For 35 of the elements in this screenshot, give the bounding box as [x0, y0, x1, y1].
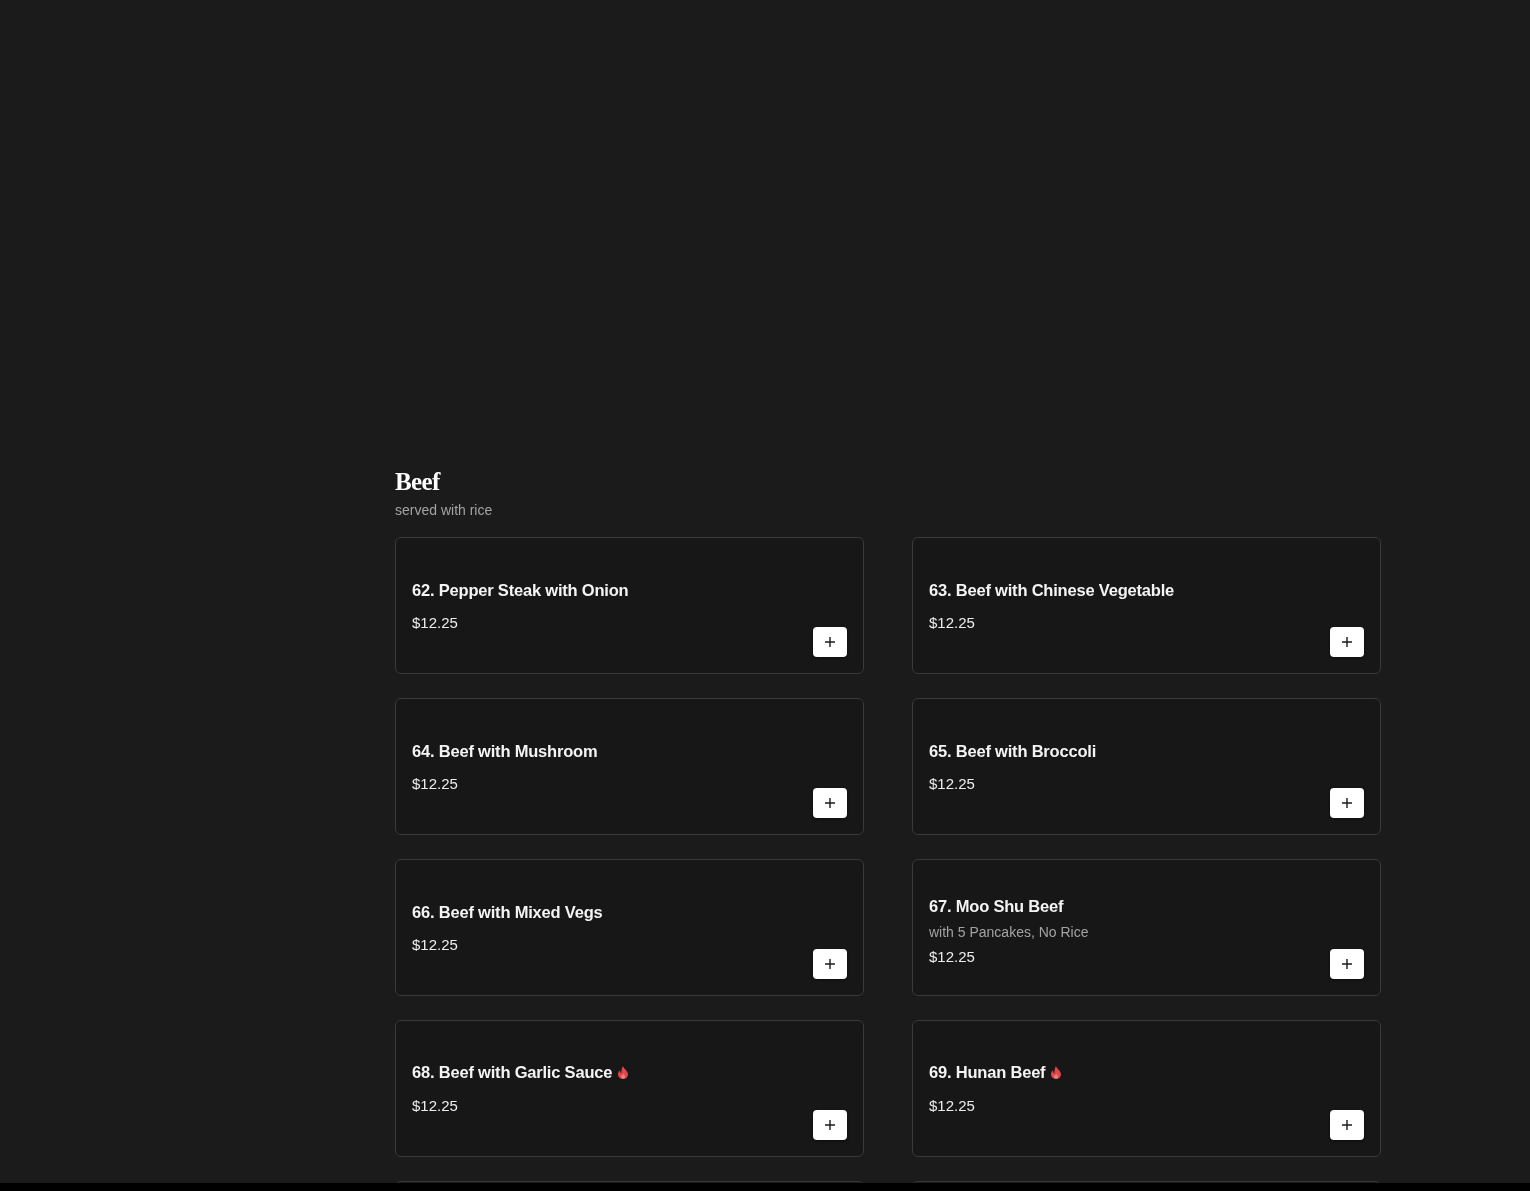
plus-icon [1342, 798, 1352, 808]
dish-name: 66. Beef with Mixed Vegs [412, 901, 603, 923]
plus-icon [1342, 1120, 1352, 1130]
dish-name: 62. Pepper Steak with Onion [412, 579, 629, 601]
dish-price: $12.25 [412, 934, 458, 955]
dish-name: 65. Beef with Broccoli [929, 740, 1097, 762]
plus-icon [825, 1120, 835, 1130]
add-button[interactable] [1330, 788, 1364, 818]
add-button[interactable] [813, 788, 847, 818]
dish-price: $12.25 [412, 1096, 458, 1116]
dish-name: 63. Beef with Chinese Vegetable [929, 579, 1175, 601]
dish-description: with 5 Pancakes, No Rice [929, 922, 1089, 942]
section-subtitle: served with rice [395, 501, 493, 520]
dish-price: $12.25 [929, 1096, 975, 1116]
section-title: Beef [395, 467, 440, 497]
dish-price: $12.25 [929, 946, 975, 967]
plus-icon [1342, 959, 1352, 969]
plus-icon [825, 959, 835, 969]
add-button[interactable] [1330, 1110, 1364, 1140]
add-button[interactable] [1330, 627, 1364, 657]
plus-icon [1342, 637, 1352, 647]
dish-name: 68. Beef with Garlic Sauce [412, 1062, 613, 1083]
dish-price: $12.25 [412, 773, 458, 794]
plus-icon [825, 637, 835, 647]
add-button[interactable] [813, 949, 847, 979]
plus-icon [825, 798, 835, 808]
dish-price: $12.25 [929, 773, 975, 794]
add-button[interactable] [1330, 949, 1364, 979]
dish-name: 69. Hunan Beef [929, 1062, 1046, 1083]
dish-name: 64. Beef with Mushroom [412, 740, 598, 762]
dish-price: $12.25 [929, 612, 975, 633]
add-button[interactable] [813, 627, 847, 657]
dish-price: $12.25 [412, 612, 458, 633]
dish-name: 67. Moo Shu Beef [929, 895, 1064, 917]
add-button[interactable] [813, 1110, 847, 1140]
